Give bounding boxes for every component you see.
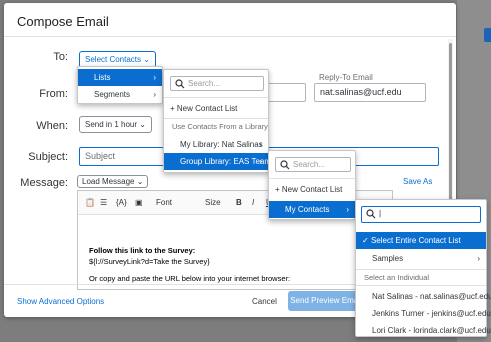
- group-search-placeholder: Search...: [293, 160, 326, 169]
- to-label: To:: [53, 51, 68, 63]
- group-search-input[interactable]: Search...: [275, 157, 351, 172]
- title-divider: [4, 36, 456, 37]
- menu-item-group-library[interactable]: Group Library: EAS Team ›: [164, 153, 272, 170]
- reply-to-field[interactable]: nat.salinas@ucf.edu: [314, 83, 426, 102]
- when-select[interactable]: Send in 1 hour ⌄: [79, 116, 152, 133]
- contact-search-input[interactable]: |: [361, 206, 481, 223]
- contact-item[interactable]: Lori Clark - lorinda.clark@ucf.edu: [356, 322, 491, 339]
- contact-item[interactable]: Jenkins Turner - jenkins@ucf.edu: [356, 305, 491, 322]
- reply-to-label: Reply-To Email: [319, 73, 373, 82]
- save-as-link[interactable]: Save As: [403, 177, 432, 186]
- menu-item-lists[interactable]: Lists ›: [78, 69, 162, 86]
- new-contact-list-button-2[interactable]: + New Contact List: [269, 181, 355, 198]
- editor-line-1: Follow this link to the Survey:: [89, 246, 196, 255]
- menu-item-segments-label: Segments: [94, 90, 131, 99]
- when-label: When:: [36, 120, 68, 132]
- chevron-right-icon: ›: [153, 90, 156, 99]
- new-contact-list-label: New Contact List: [176, 104, 238, 113]
- search-icon: [280, 160, 290, 170]
- library-search-input[interactable]: Search...: [170, 76, 264, 91]
- plus-icon: +: [275, 185, 280, 194]
- select-entire-contact-list[interactable]: ✓ Select Entire Contact List: [356, 232, 486, 249]
- contacts-type-menu: Lists › Segments ›: [77, 66, 163, 104]
- chevron-down-icon: ⌄: [139, 120, 146, 129]
- chevron-right-icon: ›: [346, 205, 349, 214]
- image-icon[interactable]: ▣: [135, 198, 143, 207]
- chevron-right-icon: ›: [477, 254, 480, 263]
- chevron-down-icon: ⌄: [143, 55, 150, 64]
- my-contacts-label: My Contacts: [285, 205, 330, 214]
- menu-divider: [164, 118, 268, 119]
- list-icon[interactable]: ☰: [100, 198, 107, 207]
- chevron-right-icon: ›: [153, 73, 156, 82]
- menu-item-my-library[interactable]: My Library: Nat Salinas ›: [164, 136, 268, 153]
- checkmark-icon: ✓: [362, 236, 369, 245]
- library-header: Use Contacts From a Library: [172, 122, 268, 131]
- menu-item-lists-label: Lists: [94, 73, 111, 82]
- library-menu: Search... + New Contact List Use Contact…: [163, 69, 272, 173]
- menu-item-samples[interactable]: Samples ›: [356, 250, 486, 267]
- samples-label: Samples: [372, 254, 404, 263]
- modal-title: Compose Email: [17, 14, 109, 29]
- chevron-right-icon: ›: [259, 157, 262, 166]
- field-icon[interactable]: {A}: [116, 198, 127, 207]
- load-message-label: Load Message: [82, 177, 135, 186]
- subject-label: Subject:: [28, 151, 68, 163]
- menu-divider: [356, 269, 486, 270]
- load-message-button[interactable]: Load Message ⌄: [77, 175, 149, 188]
- plus-icon: +: [170, 104, 175, 113]
- menu-item-my-contacts[interactable]: My Contacts ›: [269, 201, 355, 218]
- contact-list-menu: | ✓ Select Entire Contact List Samples ›…: [355, 199, 491, 339]
- select-entire-label: Select Entire Contact List: [370, 236, 461, 245]
- search-icon: [366, 209, 376, 219]
- menu-divider: [164, 97, 268, 98]
- message-label: Message:: [20, 177, 68, 189]
- new-contact-list-button[interactable]: + New Contact List: [164, 100, 268, 117]
- bold-button[interactable]: B: [236, 198, 242, 207]
- group-library-label: Group Library: EAS Team: [180, 157, 272, 166]
- contact-item[interactable]: Nat Salinas - nat.salinas@ucf.edu: [356, 288, 491, 305]
- chevron-down-icon: ⌄: [136, 177, 144, 186]
- cancel-button[interactable]: Cancel: [252, 297, 277, 306]
- new-contact-list-label-2: New Contact List: [281, 185, 343, 194]
- clipboard-icon[interactable]: 📋: [85, 198, 95, 207]
- font-select[interactable]: Font: [156, 198, 172, 207]
- contact-search-value: |: [379, 209, 382, 218]
- individual-header: Select an Individual: [364, 273, 430, 282]
- editor-line-2: ${l://SurveyLink?d=Take the Survey}: [89, 257, 210, 266]
- show-advanced-options-link[interactable]: Show Advanced Options: [17, 297, 104, 306]
- editor-line-3: Or copy and paste the URL below into you…: [89, 274, 291, 283]
- size-select[interactable]: Size: [205, 198, 221, 207]
- menu-divider: [269, 178, 355, 179]
- italic-button[interactable]: I: [252, 198, 254, 207]
- background-action-button: [484, 28, 491, 42]
- menu-item-segments[interactable]: Segments ›: [78, 86, 162, 103]
- library-search-placeholder: Search...: [188, 79, 221, 88]
- send-preview-email-button[interactable]: Send Preview Email: [288, 291, 364, 311]
- menu-divider: [356, 285, 486, 286]
- group-library-menu: Search... + New Contact List My Contacts…: [268, 150, 356, 220]
- from-name-field[interactable]: [266, 83, 306, 102]
- chevron-right-icon: ›: [259, 140, 262, 149]
- from-label: From:: [39, 88, 68, 100]
- select-contacts-label: Select Contacts: [85, 55, 142, 64]
- my-library-label: My Library: Nat Salinas: [180, 140, 263, 149]
- when-value: Send in 1 hour: [85, 120, 138, 129]
- search-icon: [175, 79, 185, 89]
